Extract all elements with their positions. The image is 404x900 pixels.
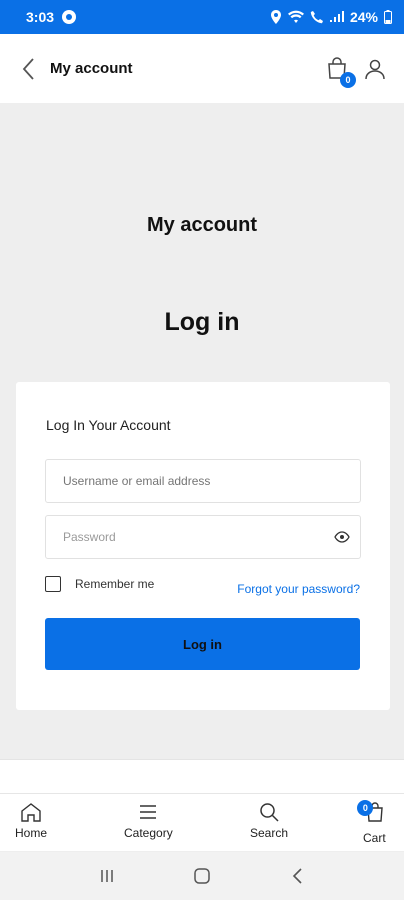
app-header: My account 0: [0, 34, 404, 103]
header-title: My account: [50, 60, 133, 77]
status-indicators: 24%: [270, 9, 392, 25]
home-square-icon: [194, 868, 210, 884]
user-icon: [365, 59, 385, 79]
status-time: 3:03: [26, 9, 55, 25]
nav-cart-label: Cart: [363, 831, 386, 845]
notification-icon: [62, 10, 77, 24]
cart-badge: 0: [340, 71, 356, 88]
login-button[interactable]: Log in: [45, 618, 360, 670]
chevron-left-icon: [22, 57, 34, 80]
location-icon: [270, 10, 281, 24]
nav-home[interactable]: Home: [15, 802, 47, 840]
login-card-title: Log In Your Account: [46, 417, 171, 433]
forgot-password-link[interactable]: Forgot your password?: [237, 582, 360, 596]
nav-search-label: Search: [250, 826, 289, 840]
battery-icon: [384, 10, 392, 24]
nav-category-label: Category: [124, 826, 173, 840]
login-card: Log In Your Account Password Remember me…: [16, 382, 390, 710]
search-icon: [260, 803, 279, 822]
page-title: My account: [146, 214, 258, 236]
back-button[interactable]: [16, 57, 40, 81]
remember-checkbox[interactable]: [45, 576, 61, 592]
login-heading: Log in: [164, 308, 240, 336]
back-arrow-icon: [292, 868, 302, 884]
recent-apps-button[interactable]: [87, 861, 127, 891]
system-nav-bar: [0, 852, 404, 900]
password-field[interactable]: Password: [45, 515, 361, 559]
home-system-button[interactable]: [182, 861, 222, 891]
home-icon: [21, 803, 41, 822]
back-system-button[interactable]: [277, 861, 317, 891]
profile-button[interactable]: [362, 56, 388, 82]
nav-home-label: Home: [15, 826, 48, 840]
status-bar: 3:03 24%: [0, 0, 404, 34]
header-actions: 0: [324, 56, 388, 88]
username-input[interactable]: [45, 459, 361, 503]
recent-apps-icon: [101, 870, 114, 882]
nav-category[interactable]: Category: [124, 802, 173, 840]
signal-icon: [329, 11, 344, 22]
call-icon: [310, 11, 323, 24]
password-placeholder: Password: [63, 530, 116, 544]
battery-level: 24%: [349, 9, 378, 25]
cart-button[interactable]: 0: [324, 56, 356, 88]
menu-icon: [140, 805, 157, 819]
remember-label: Remember me: [75, 577, 155, 591]
nav-cart[interactable]: 0 Cart: [357, 800, 386, 845]
eye-icon[interactable]: [334, 530, 350, 544]
wifi-icon: [287, 10, 304, 23]
nav-search[interactable]: Search: [250, 802, 288, 840]
footer-strip: [0, 759, 404, 793]
remember-me[interactable]: Remember me: [45, 576, 154, 592]
bottom-nav: Home Category Search 0 Cart: [0, 793, 404, 851]
